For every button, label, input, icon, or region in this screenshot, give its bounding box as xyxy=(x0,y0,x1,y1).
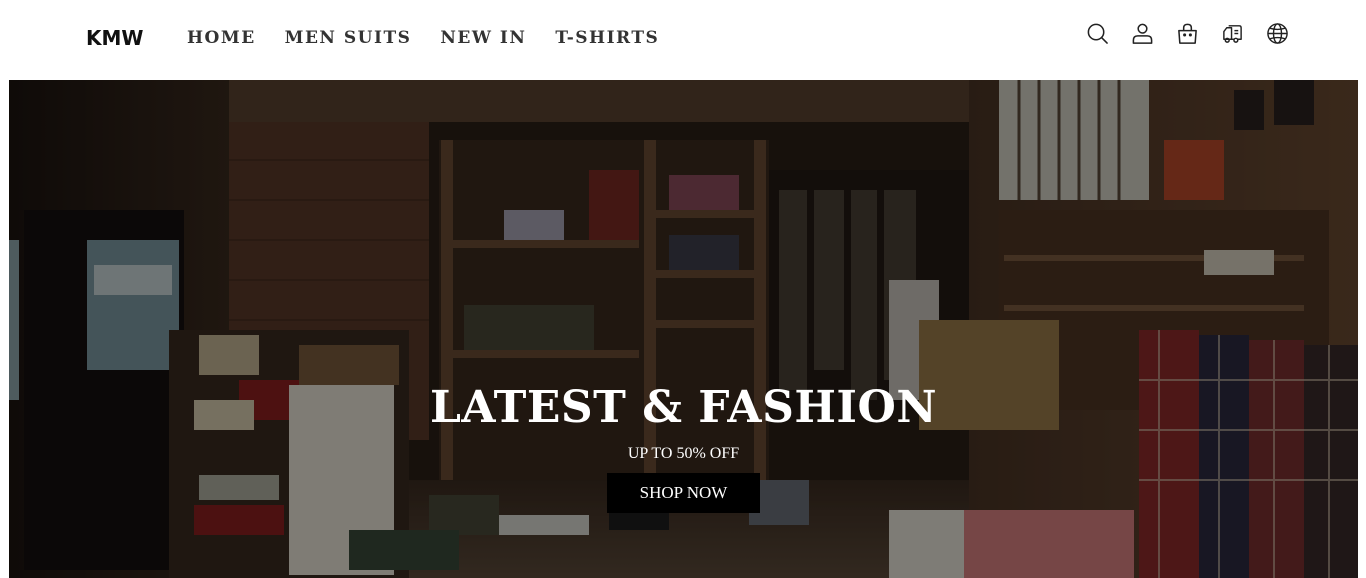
shop-now-button[interactable]: SHOP NOW xyxy=(607,473,760,513)
nav-item-men-suits[interactable]: MEN SUITS xyxy=(285,27,412,49)
nav-item-home[interactable]: HOME xyxy=(187,27,256,49)
shipping-icon[interactable] xyxy=(1221,22,1244,45)
account-icon[interactable] xyxy=(1131,22,1154,45)
hero-content: LATEST & FASHION UP TO 50% OFF SHOP NOW xyxy=(9,380,1358,513)
main-nav: HOME MEN SUITS NEW IN T-SHIRTS xyxy=(187,27,688,49)
cart-icon[interactable] xyxy=(1176,22,1199,45)
site-header: KMW HOME MEN SUITS NEW IN T-SHIRTS xyxy=(0,0,1366,80)
nav-item-t-shirts[interactable]: T-SHIRTS xyxy=(555,27,659,49)
globe-icon[interactable] xyxy=(1266,22,1289,45)
search-icon[interactable] xyxy=(1086,22,1109,45)
header-icons xyxy=(1086,22,1289,45)
hero-title: LATEST & FASHION xyxy=(429,382,938,433)
hero-banner: LATEST & FASHION UP TO 50% OFF SHOP NOW xyxy=(9,80,1358,578)
nav-item-new-in[interactable]: NEW IN xyxy=(440,27,526,49)
hero-subtitle: UP TO 50% OFF xyxy=(627,445,740,462)
site-logo[interactable]: KMW xyxy=(86,25,143,51)
